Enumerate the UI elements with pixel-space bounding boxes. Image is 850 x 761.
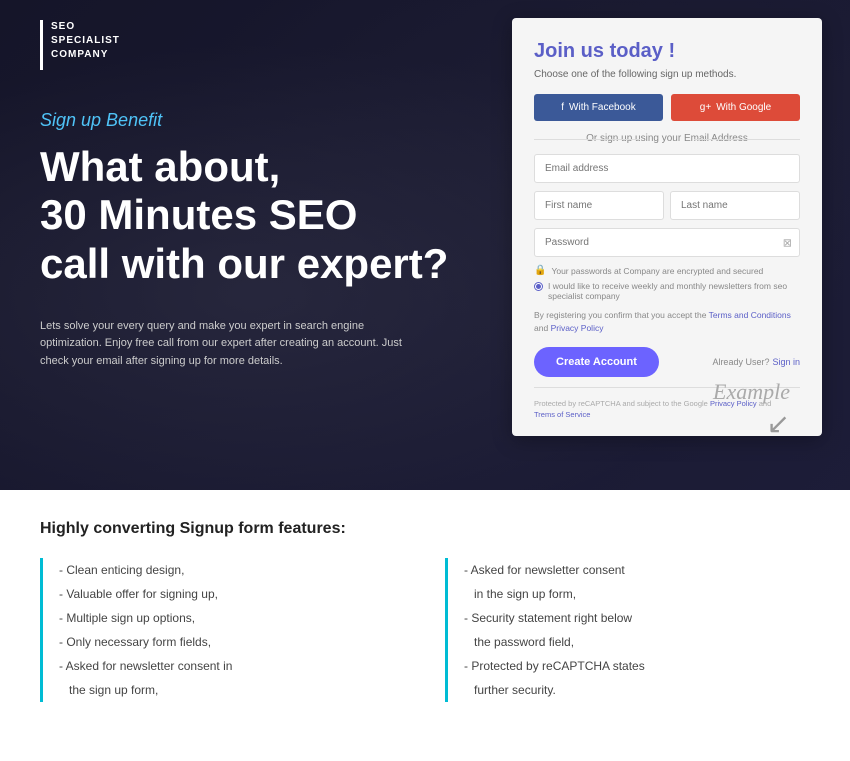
google-button[interactable]: g+ With Google — [671, 94, 800, 121]
password-wrapper: ⊠ — [534, 228, 800, 257]
example-area: Example ↙ — [713, 379, 790, 440]
feature-item: - Security statement right below — [464, 606, 810, 630]
radio-inner — [536, 284, 541, 289]
feature-item: - Asked for newsletter consent — [464, 558, 810, 582]
signup-card: Join us today ! Choose one of the follow… — [512, 18, 822, 436]
card-title: Join us today ! — [534, 40, 800, 63]
feature-item: - Protected by reCAPTCHA states — [464, 654, 810, 678]
feature-item: the sign up form, — [59, 678, 405, 702]
feature-item: - Clean enticing design, — [59, 558, 405, 582]
terms-text: By registering you confirm that you acce… — [534, 309, 800, 335]
feature-item: - Multiple sign up options, — [59, 606, 405, 630]
feature-item: further security. — [464, 678, 810, 702]
hero-section: SEO SPECIALIST COMPANY Sign up Benefit W… — [0, 0, 850, 490]
hero-subtitle: Sign up Benefit — [40, 110, 460, 131]
feature-item: - Valuable offer for signing up, — [59, 582, 405, 606]
privacy-policy-link[interactable]: Privacy Policy — [551, 323, 604, 333]
terms-of-service-link[interactable]: Trems of Service — [534, 410, 590, 419]
facebook-button[interactable]: f With Facebook — [534, 94, 663, 121]
signin-link[interactable]: Sign in — [772, 357, 800, 367]
features-section: Highly converting Signup form features: … — [0, 490, 850, 761]
features-grid: - Clean enticing design, - Valuable offe… — [40, 558, 810, 702]
feature-item: - Asked for newsletter consent in — [59, 654, 405, 678]
email-input[interactable] — [534, 154, 800, 183]
hero-title: What about,30 Minutes SEOcall with our e… — [40, 143, 460, 288]
firstname-input[interactable] — [534, 191, 664, 220]
feature-item: - Only necessary form fields, — [59, 630, 405, 654]
name-row — [534, 191, 800, 220]
features-col-1: - Clean enticing design, - Valuable offe… — [40, 558, 405, 702]
example-arrow: ↙ — [713, 407, 790, 440]
password-visibility-icon[interactable]: ⊠ — [783, 236, 792, 249]
google-icon: g+ — [700, 102, 711, 113]
feature-item: the password field, — [464, 630, 810, 654]
lastname-input[interactable] — [670, 191, 800, 220]
lock-icon: 🔒 — [534, 265, 546, 276]
create-account-button[interactable]: Create Account — [534, 347, 659, 377]
logo-bar — [40, 20, 43, 70]
hero-description: Lets solve your every query and make you… — [40, 318, 420, 371]
example-label: Example — [713, 379, 790, 405]
logo-text: SEO SPECIALIST COMPANY — [51, 20, 120, 62]
newsletter-radio[interactable] — [534, 282, 543, 291]
newsletter-note: I would like to receive weekly and month… — [534, 281, 800, 301]
email-divider: Or sign up using your Email Address — [534, 133, 800, 144]
password-input[interactable] — [534, 228, 800, 257]
card-bottom-row: Create Account Already User? Sign in — [534, 347, 800, 377]
terms-link[interactable]: Terms and Conditions — [709, 310, 791, 320]
card-subtitle: Choose one of the following sign up meth… — [534, 69, 800, 80]
hero-content: Sign up Benefit What about,30 Minutes SE… — [40, 110, 460, 371]
social-buttons: f With Facebook g+ With Google — [534, 94, 800, 121]
security-note: 🔒 Your passwords at Company are encrypte… — [534, 265, 800, 276]
facebook-icon: f — [561, 102, 564, 113]
features-title: Highly converting Signup form features: — [40, 520, 810, 538]
already-user-text: Already User? Sign in — [712, 357, 800, 367]
features-col-2: - Asked for newsletter consent in the si… — [445, 558, 810, 702]
logo: SEO SPECIALIST COMPANY — [40, 20, 120, 70]
feature-item: in the sign up form, — [464, 582, 810, 606]
